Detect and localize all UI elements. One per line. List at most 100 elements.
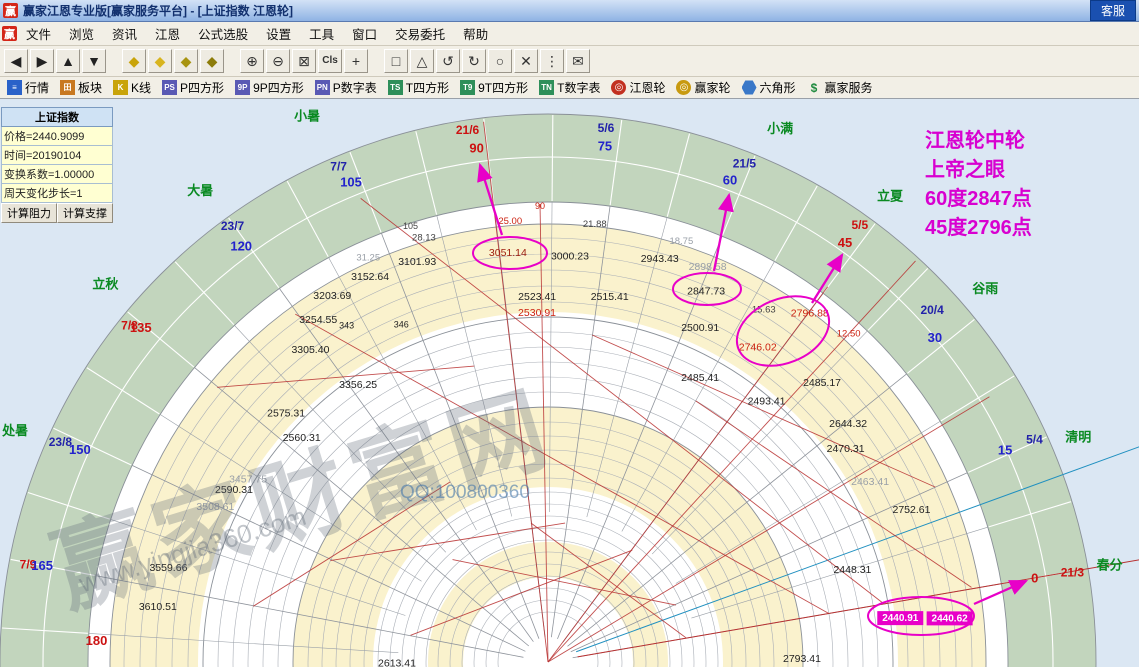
clear-button[interactable]: Cls <box>318 49 342 73</box>
wheel-label-values: 3559.66 <box>149 562 187 574</box>
rotate-cw-button[interactable]: ↻ <box>462 49 486 73</box>
delete-button[interactable]: ✕ <box>514 49 538 73</box>
chart-area[interactable]: 小暑 大暑 立秋 处暑 小满 立夏 谷雨 清明 春分 7/7 21/6 5/6 21/5 5/5 20/4 5… <box>0 99 1139 667</box>
customer-service-button[interactable]: 客服 <box>1089 0 1136 21</box>
view-button-赢家服务[interactable]: $ 赢家服务 <box>807 79 873 96</box>
view-label: 赢家服务 <box>824 81 873 95</box>
wheel-label-degrees: 60 <box>723 173 737 188</box>
crosshair-icon: + <box>351 53 361 69</box>
diamond-gold-2-icon: ◆ <box>154 53 166 69</box>
shape-square-icon: □ <box>391 53 401 69</box>
wheel-label-values: 2523.41 <box>518 291 556 303</box>
calc-button-1[interactable]: 计算支撑 <box>57 203 113 223</box>
info-row-2: 变换系数=1.00000 <box>1 165 113 184</box>
menu-item-2[interactable]: 资讯 <box>103 21 146 46</box>
annotation-line-2: 60度2847点 <box>925 188 1032 210</box>
toolbar-views: ≡ 行情田板块 K K线 PS P四方形 9P 9P四方形 PN P数字表 TS T四方形 T9 9T四方… <box>0 77 1139 99</box>
diamond-gold-1-button[interactable]: ◆ <box>122 49 146 73</box>
highlight-value: 2440.91 <box>882 613 919 624</box>
view-button-板块[interactable]: 田板块 <box>60 79 102 96</box>
shape-circle-button[interactable]: ○ <box>488 49 512 73</box>
wheel-label-values: 2752.61 <box>892 504 930 516</box>
dots-icon: ⋮ <box>545 53 559 69</box>
menu-item-8[interactable]: 交易委托 <box>386 21 454 46</box>
wheel-label-degrees: 90 <box>469 140 483 155</box>
highlight-value: 2440.62 <box>932 613 969 624</box>
view-button-K线[interactable]: K K线 <box>113 79 151 96</box>
nav-up-icon: ▲ <box>61 53 75 69</box>
view-label: 板块 <box>78 81 103 95</box>
wheel-line <box>551 115 554 202</box>
板块-icon: 田 <box>60 80 76 95</box>
diamond-olive-2-button[interactable]: ◆ <box>200 49 224 73</box>
calc-button-0[interactable]: 计算阻力 <box>1 203 57 223</box>
view-button-9T四方形[interactable]: T9 9T四方形 <box>460 79 528 96</box>
view-button-行情[interactable]: ≡ 行情 <box>7 79 49 96</box>
wheel-label-terms: 处暑 <box>1 423 28 438</box>
wheel-label-degrees: 135 <box>130 320 152 335</box>
crosshair-button[interactable]: + <box>344 49 368 73</box>
diamond-olive-1-button[interactable]: ◆ <box>174 49 198 73</box>
wheel-label-dates: 21/3 <box>1061 565 1085 579</box>
diamond-olive-2-icon: ◆ <box>206 53 218 69</box>
rotate-ccw-button[interactable]: ↺ <box>436 49 460 73</box>
wheel-label-steps: 28.13 <box>412 232 436 243</box>
view-button-赢家轮[interactable]: ◎ 赢家轮 <box>676 79 731 96</box>
nav-up-button[interactable]: ▲ <box>56 49 80 73</box>
nav-left-button[interactable]: ◀ <box>4 49 28 73</box>
wheel-label-terms: 小暑 <box>294 108 320 123</box>
view-button-T数字表[interactable]: TN T数字表 <box>539 79 600 96</box>
menu-item-6[interactable]: 工具 <box>300 21 343 46</box>
rotate-cw-icon: ↻ <box>468 53 480 69</box>
diamond-gold-2-button[interactable]: ◆ <box>148 49 172 73</box>
info-buttons: 计算阻力 计算支撑 <box>1 203 113 223</box>
menu-item-9[interactable]: 帮助 <box>454 21 497 46</box>
view-label: P数字表 <box>332 81 377 95</box>
menu-item-1[interactable]: 浏览 <box>60 21 103 46</box>
zoom-out-button[interactable]: ⊖ <box>266 49 290 73</box>
wheel-label-values: 2575.31 <box>267 408 305 420</box>
view-button-T四方形[interactable]: TS T四方形 <box>387 79 449 96</box>
delete-icon: ✕ <box>520 53 532 69</box>
view-button-P四方形[interactable]: PS P四方形 <box>162 79 224 96</box>
menu-item-0[interactable]: 文件 <box>17 21 60 46</box>
view-button-江恩轮[interactable]: ◎ 江恩轮 <box>611 79 665 96</box>
info-row-1: 时间=20190104 <box>1 146 113 165</box>
wheel-label-values: 3101.93 <box>398 256 436 268</box>
select-region-icon: ⊠ <box>298 53 310 69</box>
view-label: 9P四方形 <box>253 81 304 95</box>
index-info-panel: 上证指数 价格=2440.9099 时间=20190104 变换系数=1.00000… <box>1 107 113 223</box>
message-button[interactable]: ✉ <box>566 49 590 73</box>
wheel-label-values: 2943.43 <box>641 253 679 265</box>
wheel-label-values: 343 <box>339 321 354 331</box>
nav-right-button[interactable]: ▶ <box>30 49 54 73</box>
nav-left-icon: ◀ <box>10 53 22 69</box>
shape-square-button[interactable]: □ <box>384 49 408 73</box>
wheel-label-degrees: 15 <box>998 442 1012 457</box>
menu-item-3[interactable]: 江恩 <box>146 21 189 46</box>
wheel-label-degrees: 0 <box>1031 570 1038 585</box>
rotate-ccw-icon: ↺ <box>442 53 454 69</box>
view-label: T数字表 <box>557 81 601 95</box>
info-row-0: 价格=2440.9099 <box>1 127 113 146</box>
menu-logo-icon: 赢 <box>2 26 17 41</box>
shape-triangle-button[interactable]: △ <box>410 49 434 73</box>
nav-down-button[interactable]: ▼ <box>82 49 106 73</box>
index-name: 上证指数 <box>1 107 113 127</box>
view-button-六角形[interactable]: 六角形 <box>741 79 796 96</box>
zoom-in-button[interactable]: ⊕ <box>240 49 264 73</box>
wheel-label-values: 2500.91 <box>681 322 719 334</box>
view-button-P数字表[interactable]: PN P数字表 <box>314 79 377 96</box>
wheel-label-steps: 105 <box>403 221 418 231</box>
wheel-label-values: 2793.41 <box>783 653 821 665</box>
view-button-9P四方形[interactable]: 9P 9P四方形 <box>235 79 304 96</box>
wheel-label-terms: 春分 <box>1096 557 1123 572</box>
select-region-button[interactable]: ⊠ <box>292 49 316 73</box>
menu-bar: 赢 文件 浏览 资讯 江恩 公式选股 设置 工具 窗口 交易委托 帮助 <box>0 22 1139 46</box>
menu-item-5[interactable]: 设置 <box>257 21 300 46</box>
dots-button[interactable]: ⋮ <box>540 49 564 73</box>
wheel-label-degrees: 150 <box>69 442 91 457</box>
menu-item-7[interactable]: 窗口 <box>343 21 386 46</box>
wheel-label-steps: 90 <box>535 201 545 211</box>
menu-item-4[interactable]: 公式选股 <box>189 21 257 46</box>
